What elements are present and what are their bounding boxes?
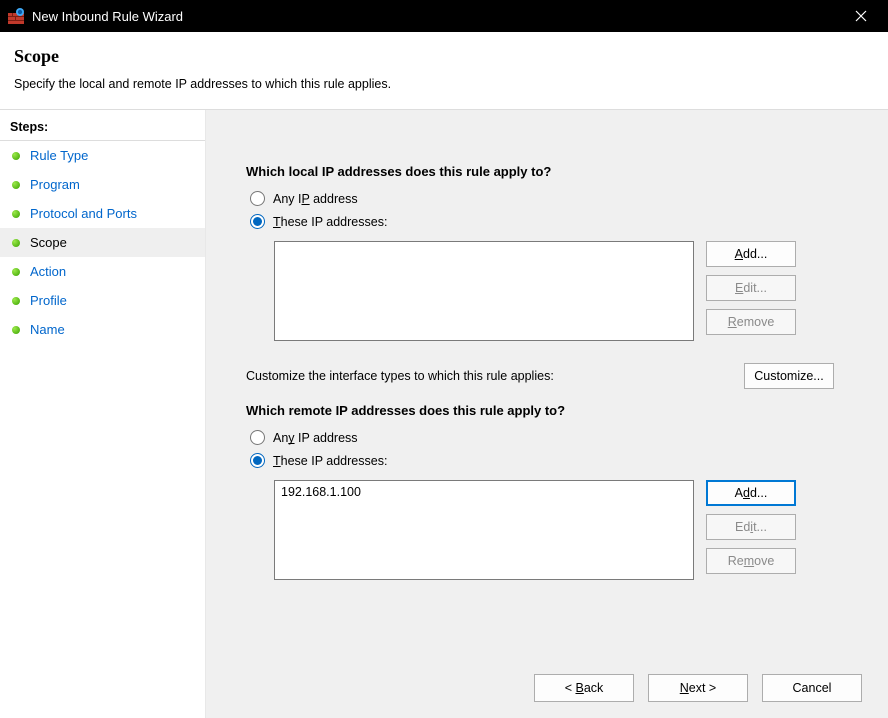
local-ip-list-area: Add... Edit... Remove	[274, 241, 862, 341]
steps-heading: Steps:	[0, 116, 205, 141]
customize-button[interactable]: Customize...	[744, 363, 834, 389]
remote-these-ip-label: These IP addresses:	[273, 454, 387, 468]
step-protocol-and-ports[interactable]: Protocol and Ports	[0, 199, 205, 228]
window-title: New Inbound Rule Wizard	[32, 9, 838, 24]
step-action[interactable]: Action	[0, 257, 205, 286]
local-any-ip-radio[interactable]	[250, 191, 265, 206]
wizard-footer: < Back Next > Cancel	[246, 664, 862, 702]
back-button[interactable]: < Back	[534, 674, 634, 702]
steps-sidebar: Steps: Rule Type Program Protocol and Port…	[0, 110, 206, 718]
local-these-ip-radio[interactable]	[250, 214, 265, 229]
customize-interface-row: Customize the interface types to which t…	[246, 363, 834, 389]
local-remove-button[interactable]: Remove	[706, 309, 796, 335]
step-bullet-icon	[12, 181, 20, 189]
step-profile[interactable]: Profile	[0, 286, 205, 315]
step-bullet-icon	[12, 239, 20, 247]
remote-ip-list-area: 192.168.1.100 Add... Edit... Remove	[274, 480, 862, 580]
cancel-button[interactable]: Cancel	[762, 674, 862, 702]
remote-edit-button[interactable]: Edit...	[706, 514, 796, 540]
step-label: Program	[30, 177, 80, 192]
step-label: Profile	[30, 293, 67, 308]
page-title: Scope	[14, 46, 874, 67]
step-bullet-icon	[12, 268, 20, 276]
step-program[interactable]: Program	[0, 170, 205, 199]
content-pane: Which local IP addresses does this rule …	[206, 110, 888, 718]
local-these-ip-label: These IP addresses:	[273, 215, 387, 229]
remote-ip-button-column: Add... Edit... Remove	[706, 480, 796, 574]
step-label: Action	[30, 264, 66, 279]
step-rule-type[interactable]: Rule Type	[0, 141, 205, 170]
wizard-body: Steps: Rule Type Program Protocol and Port…	[0, 110, 888, 718]
page-header: Scope Specify the local and remote IP ad…	[0, 32, 888, 109]
step-label: Protocol and Ports	[30, 206, 137, 221]
step-bullet-icon	[12, 210, 20, 218]
step-scope[interactable]: Scope	[0, 228, 205, 257]
step-bullet-icon	[12, 152, 20, 160]
local-add-button[interactable]: Add...	[706, 241, 796, 267]
local-any-ip-option[interactable]: Any IP address	[250, 191, 862, 206]
next-button[interactable]: Next >	[648, 674, 748, 702]
remote-add-button[interactable]: Add...	[706, 480, 796, 506]
remote-any-ip-option[interactable]: Any IP address	[250, 430, 862, 445]
remote-these-ip-option[interactable]: These IP addresses:	[250, 453, 862, 468]
local-ip-listbox[interactable]	[274, 241, 694, 341]
local-these-ip-option[interactable]: These IP addresses:	[250, 214, 862, 229]
firewall-icon	[8, 8, 24, 24]
local-ip-question: Which local IP addresses does this rule …	[246, 164, 862, 179]
local-any-ip-label: Any IP address	[273, 192, 358, 206]
step-label: Rule Type	[30, 148, 88, 163]
remote-remove-button[interactable]: Remove	[706, 548, 796, 574]
step-name[interactable]: Name	[0, 315, 205, 344]
remote-any-ip-label: Any IP address	[273, 431, 358, 445]
remote-ip-question: Which remote IP addresses does this rule…	[246, 403, 862, 418]
step-label: Scope	[30, 235, 67, 250]
step-bullet-icon	[12, 326, 20, 334]
page-subtitle: Specify the local and remote IP addresse…	[14, 77, 874, 91]
close-icon	[855, 10, 867, 22]
close-button[interactable]	[838, 0, 884, 32]
remote-ip-listbox[interactable]: 192.168.1.100	[274, 480, 694, 580]
wizard-window: New Inbound Rule Wizard Scope Specify th…	[0, 0, 888, 718]
customize-interface-label: Customize the interface types to which t…	[246, 369, 554, 383]
remote-these-ip-radio[interactable]	[250, 453, 265, 468]
local-ip-button-column: Add... Edit... Remove	[706, 241, 796, 335]
local-edit-button[interactable]: Edit...	[706, 275, 796, 301]
step-bullet-icon	[12, 297, 20, 305]
remote-any-ip-radio[interactable]	[250, 430, 265, 445]
step-label: Name	[30, 322, 65, 337]
titlebar: New Inbound Rule Wizard	[0, 0, 888, 32]
